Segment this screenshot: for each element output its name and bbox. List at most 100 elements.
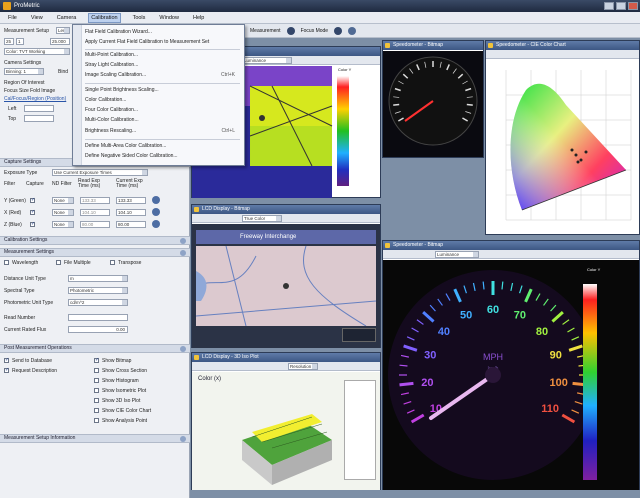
- speedometer-large-window[interactable]: Speedometer - Bitmap Luminance 10 20 30 40 5…: [382, 240, 640, 490]
- set-count-b[interactable]: 1: [16, 38, 24, 45]
- auto-exposure-icon[interactable]: [152, 196, 160, 204]
- capture-header: Capture: [26, 181, 44, 187]
- maximize-button[interactable]: [616, 2, 626, 10]
- menu-item-image-scaling[interactable]: Image Scaling Calibration... Ctrl+K: [85, 72, 245, 78]
- capture-checkbox[interactable]: [30, 197, 35, 203]
- spectral-type-select[interactable]: Photometric: [68, 287, 128, 294]
- cie-chart-window[interactable]: Speedometer - CIE Color Chart: [485, 40, 640, 235]
- photometric-unit-select[interactable]: cd/m^2: [68, 299, 128, 306]
- show-bitmap-checkbox[interactable]: [94, 357, 99, 363]
- distance-unit-select[interactable]: m: [68, 275, 128, 282]
- resolution-select[interactable]: Resolution: [288, 363, 318, 370]
- request-description-label: Request Description: [12, 368, 58, 374]
- view-mode-select[interactable]: Luminance: [435, 251, 479, 258]
- read-number-input[interactable]: [68, 314, 128, 321]
- capture-checkbox[interactable]: [30, 221, 35, 227]
- lcd-display-window[interactable]: LCD Display - Bitmap True Color Freeway …: [191, 204, 381, 348]
- menu-item-label: Flat Field Calibration Wizard...: [85, 29, 152, 35]
- show-cie-chart-checkbox[interactable]: [94, 408, 99, 413]
- collapse-icon[interactable]: [180, 436, 186, 442]
- gauge-tick: [399, 381, 414, 387]
- request-description-checkbox[interactable]: [4, 367, 9, 373]
- menu-item-apply-flat-field[interactable]: Apply Current Flat Field Calibration to …: [85, 39, 245, 45]
- filter-row-name: X (Red): [4, 210, 22, 216]
- set-value[interactable]: 25.000: [50, 38, 70, 45]
- exposure-type-select[interactable]: Use Current Exposure Times: [52, 169, 148, 176]
- show-histogram-checkbox[interactable]: [94, 378, 99, 383]
- top-input[interactable]: [24, 115, 54, 122]
- menu-camera[interactable]: Camera: [55, 14, 79, 22]
- window-toolbar: Resolution: [192, 362, 380, 371]
- gauge-tick: [482, 281, 485, 290]
- gauge-number: 90: [550, 350, 562, 362]
- send-to-database-checkbox[interactable]: [4, 357, 9, 363]
- post-measurement-title: Post Measurement Operations: [4, 345, 72, 351]
- unit-mph: MPH: [483, 352, 503, 362]
- menu-item-color-calibration[interactable]: Color Calibration...: [85, 97, 245, 103]
- gauge-number: 110: [541, 403, 559, 415]
- expand-icon[interactable]: [180, 238, 186, 244]
- nd-filter-select[interactable]: None: [52, 197, 74, 204]
- current-exp-input[interactable]: 80.00: [116, 221, 146, 228]
- focus-mode-button[interactable]: Focus Mode: [301, 28, 329, 34]
- show-analysis-point-checkbox[interactable]: [94, 418, 99, 423]
- collapse-icon[interactable]: [180, 250, 186, 256]
- calibration-settings-header[interactable]: Calibration Settings: [0, 236, 190, 245]
- left-input[interactable]: [24, 105, 54, 112]
- measurement-settings-header[interactable]: Measurement Settings: [0, 248, 190, 257]
- cal-focus-region-link[interactable]: Cal/Focus/Region (Position): [4, 96, 66, 102]
- menu-file[interactable]: File: [6, 14, 19, 22]
- menu-help[interactable]: Help: [191, 14, 206, 22]
- view-mode-select[interactable]: Luminance: [242, 57, 292, 64]
- show-cross-section-checkbox[interactable]: [94, 368, 99, 373]
- menu-item-flat-field-wizard[interactable]: Flat Field Calibration Wizard...: [85, 29, 245, 35]
- wavelength-checkbox[interactable]: [4, 260, 9, 265]
- bind-label: Bind: [58, 69, 69, 75]
- current-exp-input[interactable]: 133.33: [116, 197, 146, 204]
- menu-item-single-point[interactable]: Single Point Brightness Scaling...: [85, 87, 245, 93]
- camera-icon[interactable]: [286, 26, 295, 35]
- binning-select[interactable]: Binning: 1: [4, 68, 44, 75]
- menu-window[interactable]: Window: [157, 14, 181, 22]
- show-3d-iso-checkbox[interactable]: [94, 398, 99, 403]
- show-isometric-checkbox[interactable]: [94, 388, 99, 393]
- menu-item-multi-area[interactable]: Define Multi-Area Color Calibration...: [85, 143, 245, 149]
- menu-item-four-color[interactable]: Four Color Calibration...: [85, 107, 245, 113]
- nd-filter-select[interactable]: None: [52, 209, 74, 216]
- collapse-icon[interactable]: [180, 346, 186, 352]
- iso-surface: [242, 414, 332, 485]
- post-measurement-header[interactable]: Post Measurement Operations: [0, 344, 190, 353]
- auto-exposure-icon[interactable]: [152, 208, 160, 216]
- measurement-button[interactable]: Measurement: [250, 28, 281, 34]
- menu-item-negative-sided[interactable]: Define Negative Sided Color Calibration.…: [85, 153, 245, 159]
- file-multiple-checkbox[interactable]: [56, 260, 61, 265]
- close-button[interactable]: [628, 2, 638, 10]
- menu-item-multi-point[interactable]: Multi-Point Calibration...: [85, 52, 245, 58]
- filter-row-name: Y (Green): [4, 198, 26, 204]
- menu-tools[interactable]: Tools: [131, 14, 148, 22]
- menu-view[interactable]: View: [29, 14, 45, 22]
- speedometer-small-window[interactable]: Speedometer - Bitmap: [382, 40, 484, 158]
- color-mode-select[interactable]: True Color: [242, 215, 282, 222]
- current-exp-input[interactable]: 104.10: [116, 209, 146, 216]
- minimize-button[interactable]: [604, 2, 614, 10]
- settings-icon[interactable]: [348, 26, 357, 35]
- current-rated-flux-input[interactable]: 0.00: [68, 326, 128, 333]
- menu-item-multi-color[interactable]: Multi-Color Calibration...: [85, 117, 245, 123]
- show-3d-iso-label: Show 3D Iso Plot: [102, 398, 141, 404]
- setup-info-header[interactable]: Measurement Setup Information: [0, 434, 190, 443]
- menu-item-stray-light[interactable]: Stray Light Calibration...: [85, 62, 245, 68]
- color-select[interactable]: Color: TVT Working: [4, 48, 70, 55]
- iso-plot-window[interactable]: LCD Display - 3D Iso Plot Resolution Col…: [191, 352, 381, 490]
- nd-filter-select[interactable]: None: [52, 221, 74, 228]
- auto-exposure-icon[interactable]: [152, 220, 160, 228]
- focus-icon[interactable]: [334, 26, 343, 35]
- menu-calibration[interactable]: Calibration: [88, 12, 121, 23]
- focus-size-label: Focus Size Fold Image: [4, 88, 56, 94]
- menu-item-brightness-rescaling[interactable]: Brightness Rescaling... Ctrl+L: [85, 128, 245, 134]
- capture-checkbox[interactable]: [30, 209, 35, 215]
- transpose-checkbox[interactable]: [110, 260, 115, 265]
- lens-select[interactable]: Lens: [56, 27, 70, 34]
- set-count-a[interactable]: 25: [4, 38, 14, 45]
- plot-controls[interactable]: [344, 380, 376, 480]
